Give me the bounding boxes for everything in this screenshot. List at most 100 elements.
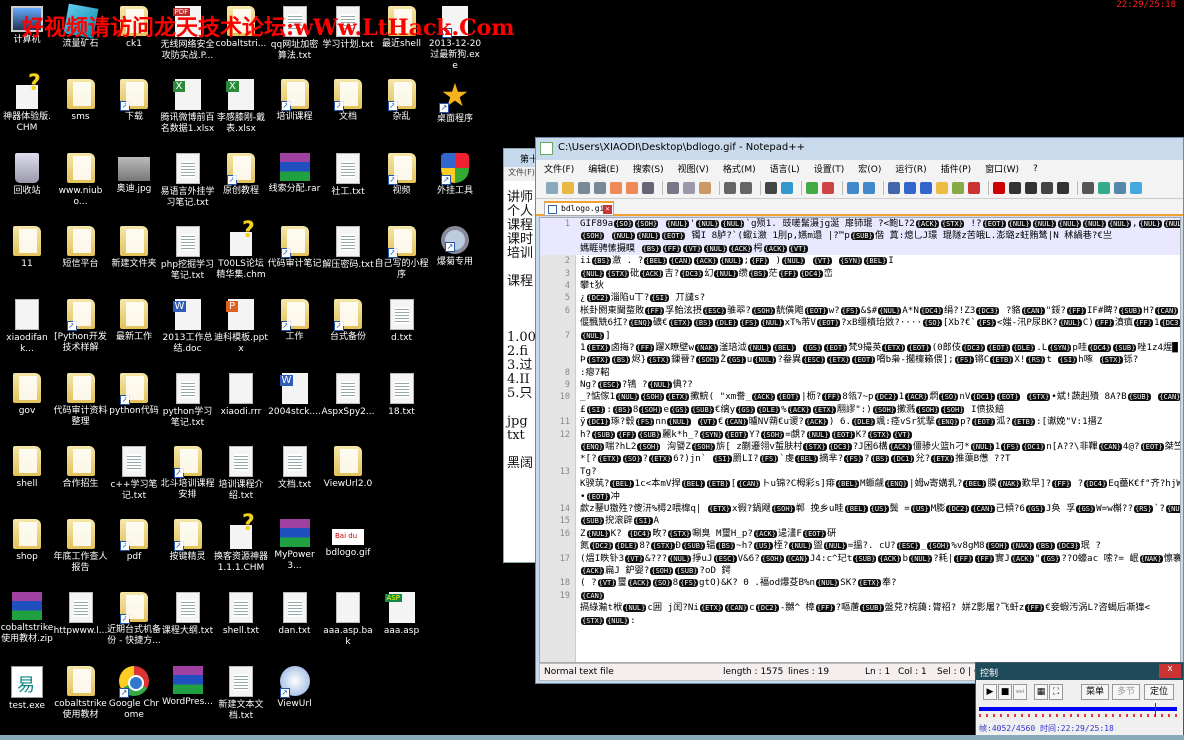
- desktop-icon[interactable]: 2004stck....: [268, 367, 322, 418]
- menu-item[interactable]: 文件(F): [544, 162, 574, 175]
- desktop-icon[interactable]: ↗ 爆菊专用: [428, 220, 482, 268]
- all-chars-icon[interactable]: [904, 181, 916, 194]
- open-icon[interactable]: [562, 181, 574, 194]
- desktop-icon[interactable]: 课程大纲.txt: [161, 586, 215, 637]
- replace-icon[interactable]: [781, 181, 793, 194]
- control-titlebar[interactable]: 控制 x: [976, 663, 1183, 680]
- desktop-icon[interactable]: gov: [0, 367, 54, 417]
- desktop-icon[interactable]: bdlogo.gif: [321, 513, 375, 559]
- save-macro-icon[interactable]: [1057, 181, 1069, 194]
- desktop-icon[interactable]: ↗ 北斗培训课程安排: [161, 440, 215, 501]
- save-all-icon[interactable]: [594, 181, 606, 194]
- desktop-icon[interactable]: ↗ 文档: [321, 73, 375, 123]
- zoom-in-icon[interactable]: [806, 181, 818, 194]
- desktop-icon[interactable]: ↗ 培训课程: [268, 73, 322, 123]
- desktop-icon[interactable]: ↗ [Python开发技术样解: [54, 293, 108, 354]
- desktop-icon[interactable]: ↗ 下载: [107, 73, 161, 123]
- desktop-icon[interactable]: python学习笔记.txt: [161, 367, 215, 429]
- menu-button[interactable]: 菜单: [1081, 684, 1109, 700]
- desktop-icon[interactable]: 年底工作查人报告: [54, 513, 108, 574]
- menu-item[interactable]: 搜索(S): [633, 162, 664, 175]
- desktop-icon[interactable]: shell: [0, 440, 54, 490]
- desktop-icon[interactable]: c++学习笔记.txt: [107, 440, 161, 502]
- desktop-icon[interactable]: 易语言外挂学习笔记.txt: [161, 147, 215, 209]
- menu-item[interactable]: 设置(T): [814, 162, 845, 175]
- desktop-icon[interactable]: 社工.txt: [321, 147, 375, 198]
- stop-button[interactable]: ■: [998, 684, 1012, 700]
- desktop-icon[interactable]: ↗ 外挂工具: [428, 147, 482, 197]
- new-icon[interactable]: [546, 181, 558, 194]
- desktop-icon[interactable]: AspxSpy2...: [321, 367, 375, 418]
- menu-item[interactable]: 插件(P): [941, 162, 971, 175]
- desktop-icon[interactable]: 2013工作总结.doc: [161, 293, 215, 355]
- desktop-icon[interactable]: 文档.txt: [268, 440, 322, 491]
- desktop-icon[interactable]: ↗ 自己写的小程序: [375, 220, 429, 281]
- desktop-icon[interactable]: cobaltstrike使用教材: [54, 660, 108, 721]
- fit-window-button[interactable]: ▦: [1034, 684, 1048, 700]
- multi-section-button[interactable]: 多节: [1112, 684, 1140, 700]
- desktop-icon[interactable]: aaa.asp: [375, 586, 429, 637]
- close-icon[interactable]: [610, 181, 622, 194]
- find-icon[interactable]: [765, 181, 777, 194]
- play-button[interactable]: ▶: [983, 684, 997, 700]
- desktop-icon[interactable]: 奥迪.jpg: [107, 147, 161, 195]
- desktop-icon[interactable]: 短信平台: [54, 220, 108, 270]
- check-icon[interactable]: [1130, 181, 1142, 194]
- indent-guide-icon[interactable]: [920, 181, 932, 194]
- desktop-icon[interactable]: ↗ 原创教程: [214, 147, 268, 197]
- desktop-icon[interactable]: ViewUrl2.0: [321, 440, 375, 490]
- desktop-icon[interactable]: 合作招生: [54, 440, 108, 490]
- menu-item[interactable]: ?: [1033, 164, 1038, 174]
- desktop-icon[interactable]: shop: [0, 513, 54, 563]
- save-icon[interactable]: [578, 181, 590, 194]
- desktop-icon[interactable]: WordPres...: [161, 660, 215, 708]
- desktop-icon[interactable]: 培训课程介绍.txt: [214, 440, 268, 502]
- menu-item[interactable]: 窗口(W): [985, 162, 1019, 175]
- locate-button[interactable]: 定位: [1144, 684, 1174, 700]
- desktop-icon[interactable]: ↗桌面程序: [428, 73, 482, 125]
- desktop-icon[interactable]: ↗ 按键精灵: [161, 513, 215, 563]
- desktop-icon[interactable]: cobaltstrike使用教材.zip: [0, 586, 54, 645]
- desktop-icon[interactable]: dan.txt: [268, 586, 322, 637]
- desktop-icon[interactable]: ↗ 杂乱: [375, 73, 429, 123]
- desktop-icon[interactable]: T00LS论坛精华集.chm: [214, 218, 268, 281]
- desktop-icon[interactable]: www.niubo...: [54, 147, 108, 208]
- undo-icon[interactable]: [724, 181, 736, 194]
- desktop-icon[interactable]: ↗ 台式备份: [321, 293, 375, 343]
- close-icon[interactable]: x: [1159, 664, 1181, 678]
- desktop-icon[interactable]: d.txt: [375, 293, 429, 344]
- menu-item[interactable]: 格式(M): [723, 162, 756, 175]
- desktop-icon[interactable]: 迪科模板.pptx: [214, 293, 268, 355]
- desktop-icon[interactable]: xiaodi.rrr: [214, 367, 268, 418]
- desktop-icon[interactable]: shell.txt: [214, 586, 268, 637]
- window-titlebar[interactable]: C:\Users\XIAODI\Desktop\bdlogo.gif - Not…: [536, 138, 1183, 160]
- desktop-icon[interactable]: ↗ 视频: [375, 147, 429, 197]
- editor-area[interactable]: 1 GIF89a {SO} {SOH} {NUL} ' {NUL} {NUL} `g殒1. 豉…: [539, 217, 1181, 663]
- zoom-out-icon[interactable]: [822, 181, 834, 194]
- ds-icon[interactable]: [1082, 181, 1094, 194]
- menu-item[interactable]: 运行(R): [895, 162, 926, 175]
- desktop-icon[interactable]: 18.txt: [375, 367, 429, 418]
- redo-icon[interactable]: [740, 181, 752, 194]
- desktop-icon[interactable]: 11: [0, 220, 54, 270]
- desktop-icon[interactable]: ↗ 代码审计笔记: [268, 220, 322, 270]
- panel-icon[interactable]: [1114, 181, 1126, 194]
- map-icon[interactable]: [952, 181, 964, 194]
- desktop-icon[interactable]: sms: [54, 73, 108, 123]
- desktop-icon[interactable]: MyPower3...: [268, 513, 322, 572]
- close-tab-icon[interactable]: ×: [603, 205, 612, 214]
- desktop-icon[interactable]: 解压密码.txt: [321, 220, 375, 271]
- monitor-icon[interactable]: [1098, 181, 1110, 194]
- desktop-icon[interactable]: xiaodifank...: [0, 293, 54, 355]
- desktop-icon[interactable]: test.exe: [0, 660, 54, 712]
- desktop-icon[interactable]: ↗ ViewUrl: [268, 660, 322, 710]
- desktop-icon[interactable]: 腾讯微博前百名数据1.xlsx: [161, 73, 215, 135]
- desktop-icon[interactable]: 代码审计资料整理: [54, 367, 108, 428]
- sync-v-icon[interactable]: [847, 181, 859, 194]
- stop-icon[interactable]: [1009, 181, 1021, 194]
- menu-item[interactable]: 语言(L): [770, 162, 800, 175]
- copy-icon[interactable]: [683, 181, 695, 194]
- function-icon[interactable]: [968, 181, 980, 194]
- cut-icon[interactable]: [667, 181, 679, 194]
- seek-position-marker[interactable]: [1155, 703, 1157, 717]
